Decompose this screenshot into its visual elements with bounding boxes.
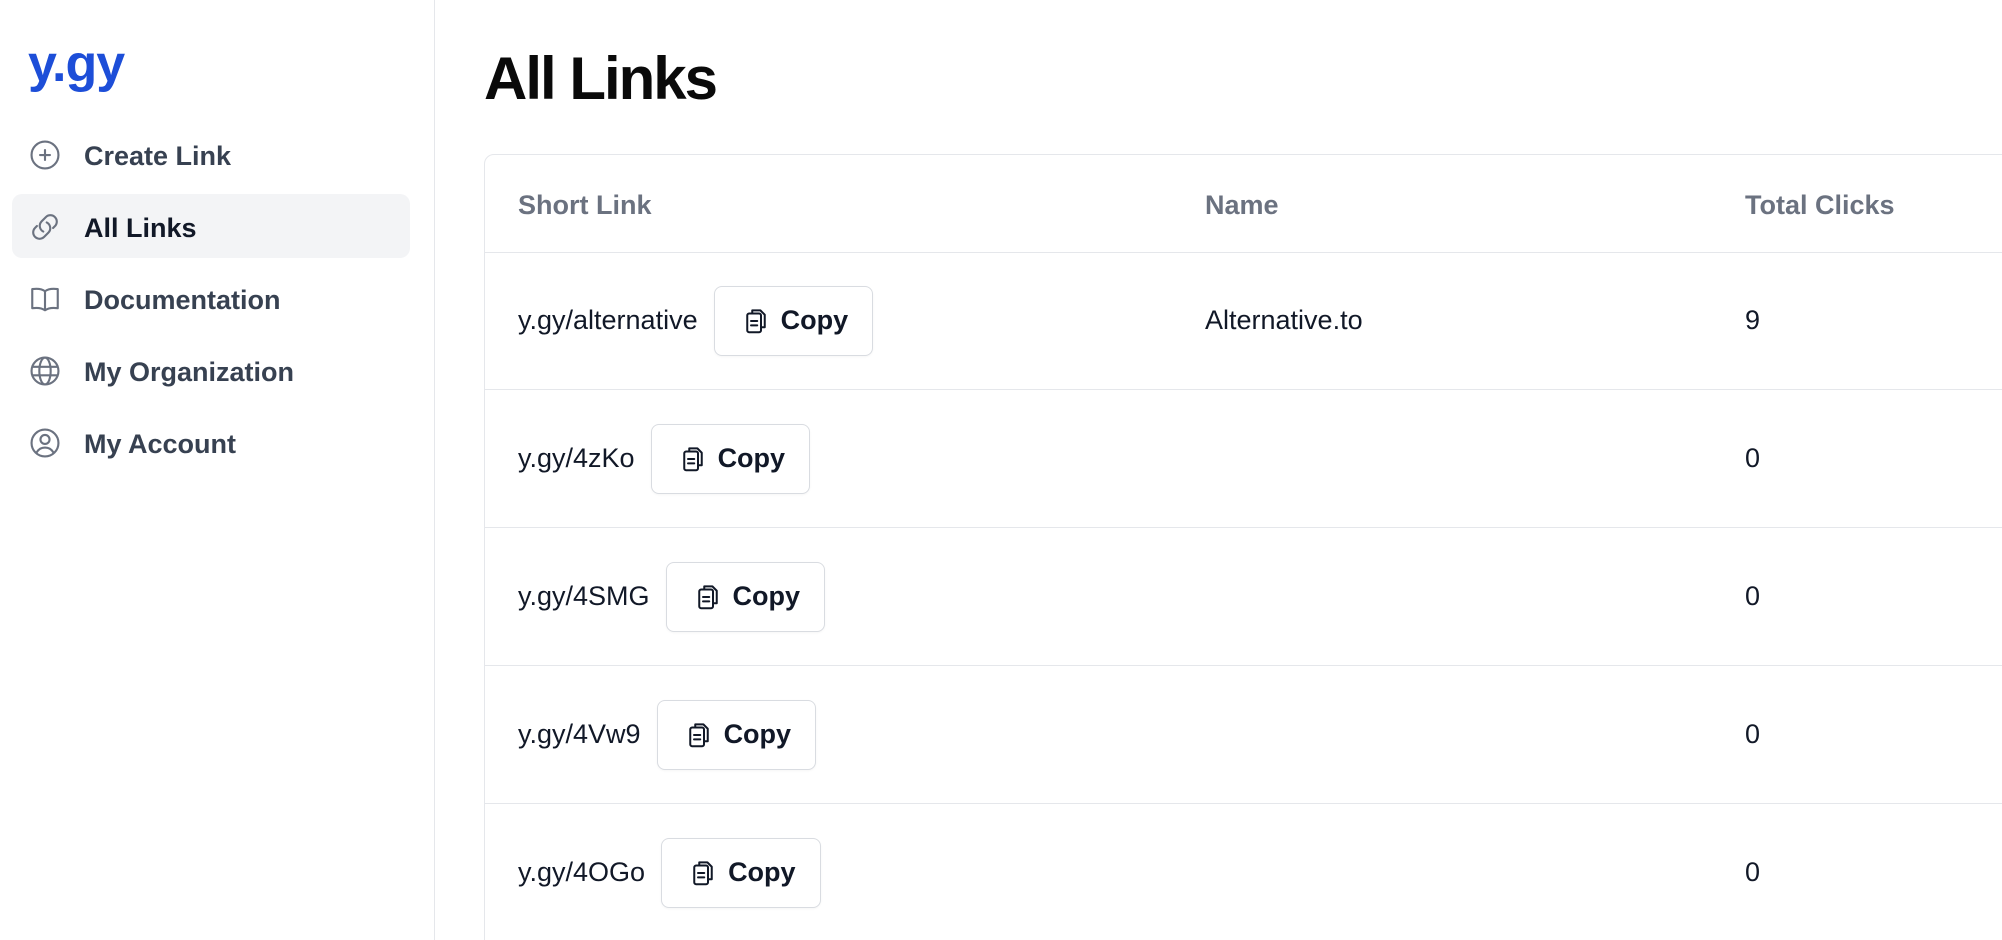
sidebar-item-label: Documentation	[84, 285, 281, 315]
app: y.gy Create Link All Links Documentation…	[0, 0, 2002, 940]
short-link-cell: y.gy/4SMG Copy	[518, 528, 826, 665]
globe-icon	[30, 356, 60, 386]
sidebar-item-label: My Account	[84, 429, 237, 459]
copy-button-label: Copy	[732, 581, 801, 611]
clipboard-copy-icon	[693, 860, 713, 885]
book-icon	[31, 287, 59, 312]
column-header-short-link[interactable]: Short Link	[518, 190, 652, 220]
copy-button-label: Copy	[717, 443, 786, 473]
sidebar: y.gy Create Link All Links Documentation…	[0, 0, 435, 940]
sidebar-item-create-link[interactable]: Create Link	[12, 122, 410, 186]
copy-button[interactable]: Copy	[661, 837, 821, 908]
short-link-text[interactable]: y.gy/4Vw9	[518, 719, 641, 750]
table-row[interactable]: y.gy/4Vw9 Copy 0	[485, 666, 2002, 804]
sidebar-item-all-links[interactable]: All Links	[12, 194, 410, 258]
copy-button[interactable]: Copy	[713, 285, 874, 356]
total-clicks-cell: 9	[1745, 305, 1761, 335]
name-cell: Alternative.to	[1205, 305, 1363, 335]
short-link-text[interactable]: y.gy/4SMG	[518, 581, 650, 612]
links-table: Short Link Name Total Clicks y.gy/altern…	[484, 154, 2002, 940]
short-link-cell: y.gy/4Vw9 Copy	[518, 666, 817, 803]
sidebar-item-my-organization[interactable]: My Organization	[12, 338, 410, 402]
short-link-cell: y.gy/4zKo Copy	[518, 390, 811, 527]
column-header-name[interactable]: Name	[1205, 190, 1279, 220]
sidebar-item-label: All Links	[84, 213, 197, 243]
total-clicks-cell: 0	[1745, 857, 1761, 887]
sidebar-item-label: My Organization	[84, 357, 295, 387]
sidebar-nav: Create Link All Links Documentation My O…	[12, 122, 410, 482]
table-row[interactable]: y.gy/alternative Copy Alternative.to 9	[485, 252, 2002, 390]
clipboard-copy-icon	[745, 308, 766, 333]
table-row[interactable]: y.gy/4zKo Copy 0	[485, 390, 2002, 528]
table-row[interactable]: y.gy/4SMG Copy 0	[485, 528, 2002, 666]
user-circle-icon	[30, 428, 60, 458]
logo[interactable]: y.gy	[28, 34, 125, 94]
table-header: Short Link Name Total Clicks	[485, 155, 2002, 253]
column-header-total-clicks[interactable]: Total Clicks	[1745, 190, 1895, 220]
clipboard-copy-icon	[697, 584, 718, 609]
clipboard-copy-icon	[688, 722, 709, 747]
short-link-cell: y.gy/alternative Copy	[518, 252, 874, 389]
copy-button-label: Copy	[723, 719, 792, 749]
total-clicks-cell: 0	[1745, 443, 1761, 473]
short-link-text[interactable]: y.gy/4OGo	[518, 857, 645, 888]
copy-button[interactable]: Copy	[656, 699, 817, 770]
total-clicks-cell: 0	[1745, 719, 1761, 749]
copy-button[interactable]: Copy	[650, 423, 811, 494]
clipboard-copy-icon	[682, 446, 703, 471]
sidebar-item-label: Create Link	[84, 141, 232, 171]
main-content: All Links Short Link Name Total Clicks y…	[436, 0, 2002, 940]
short-link-text[interactable]: y.gy/4zKo	[518, 443, 635, 474]
total-clicks-cell: 0	[1745, 581, 1761, 611]
link-icon	[32, 214, 58, 240]
plus-circle-icon	[30, 140, 60, 170]
page-title: All Links	[484, 45, 718, 112]
sidebar-item-documentation[interactable]: Documentation	[12, 266, 410, 330]
table-row[interactable]: y.gy/4OGo Copy 0	[485, 804, 2002, 940]
short-link-cell: y.gy/4OGo Copy	[518, 804, 821, 940]
copy-button-label: Copy	[728, 857, 796, 887]
copy-button[interactable]: Copy	[665, 561, 826, 632]
sidebar-item-my-account[interactable]: My Account	[12, 410, 410, 474]
copy-button-label: Copy	[780, 305, 849, 335]
short-link-text[interactable]: y.gy/alternative	[518, 305, 698, 336]
